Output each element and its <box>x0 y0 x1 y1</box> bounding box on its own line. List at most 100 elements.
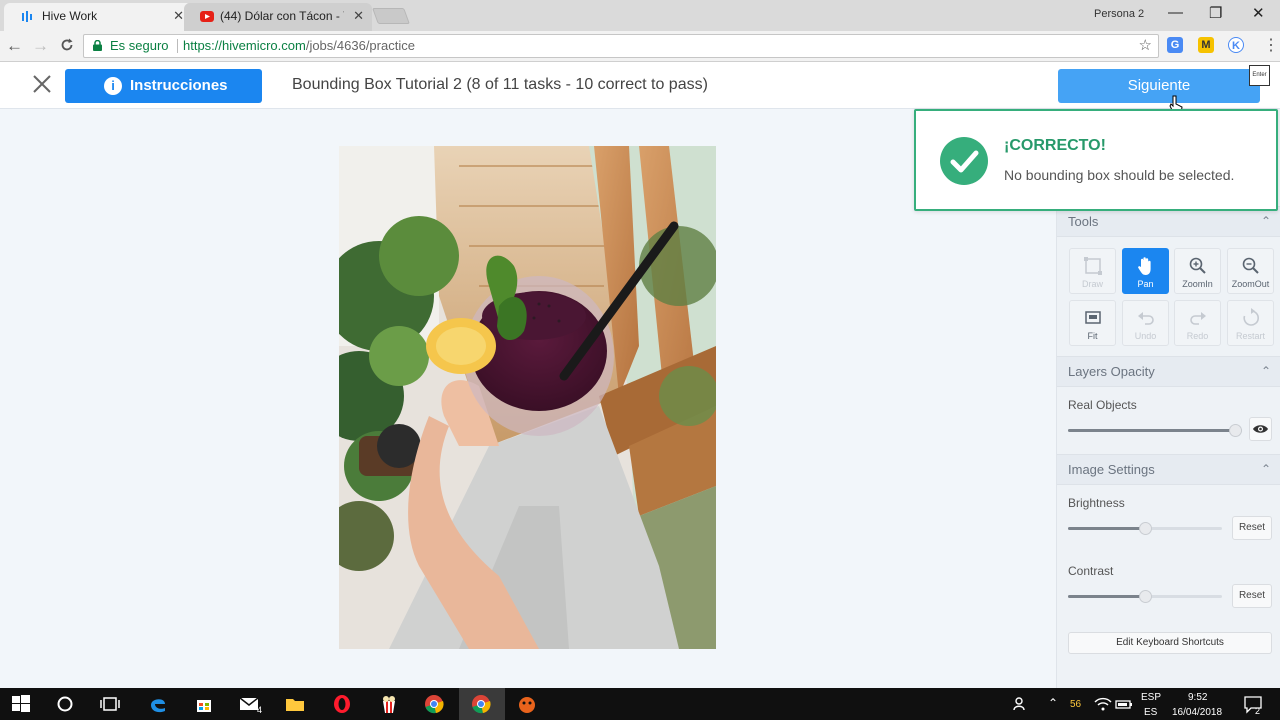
tool-fit[interactable]: Fit <box>1069 300 1116 346</box>
tool-label: Redo <box>1186 331 1209 341</box>
tab-hive-work[interactable]: Hive Work ✕ <box>4 3 192 31</box>
tool-label: Undo <box>1134 331 1157 341</box>
mail-icon[interactable] <box>239 694 259 714</box>
tab-title: Hive Work <box>42 9 98 23</box>
game-app-icon[interactable] <box>517 694 537 714</box>
tool-label: Restart <box>1235 331 1265 341</box>
chevron-up-icon[interactable]: ⌃ <box>1261 357 1271 386</box>
instructions-button[interactable]: i Instrucciones <box>65 69 262 103</box>
tools-title: Tools <box>1068 214 1099 229</box>
layers-title: Layers Opacity <box>1068 364 1155 379</box>
notification-message: No bounding box should be selected. <box>1004 167 1235 183</box>
info-icon: i <box>104 77 122 95</box>
notification-count: 2 <box>1255 706 1261 716</box>
clock-time[interactable]: 9:52 <box>1188 692 1207 703</box>
image-canvas[interactable] <box>0 109 1056 688</box>
slider-thumb[interactable] <box>1139 522 1152 535</box>
tool-pan[interactable]: Pan <box>1122 248 1169 294</box>
contrast-slider[interactable] <box>1068 590 1222 603</box>
url-text: https://hivemicro.com/jobs/4636/practice <box>183 35 415 57</box>
next-button[interactable]: Siguiente <box>1058 69 1260 103</box>
tool-restart[interactable]: Restart <box>1227 300 1274 346</box>
chrome-icon[interactable] <box>471 694 491 714</box>
tool-zoom-in[interactable]: ZoomIn <box>1174 248 1221 294</box>
new-tab-button[interactable] <box>372 8 410 24</box>
brightness-label: Brightness <box>1068 496 1125 510</box>
close-icon[interactable] <box>31 73 53 95</box>
hive-icon <box>22 11 32 22</box>
hand-icon <box>1137 257 1151 275</box>
tab-youtube[interactable]: (44) Dólar con Tácon - Yo ✕ <box>184 3 372 31</box>
undo-icon <box>1137 312 1154 325</box>
url-host: https://hivemicro.com <box>183 38 306 53</box>
layers-section-header[interactable]: Layers Opacity ⌃ <box>1057 356 1280 387</box>
slider-thumb[interactable] <box>1229 424 1242 437</box>
translate-icon[interactable]: G <box>1167 37 1183 53</box>
language-bottom[interactable]: ES <box>1144 707 1157 718</box>
fit-icon <box>1084 311 1101 324</box>
task-view-icon[interactable] <box>100 694 120 714</box>
lock-icon <box>93 40 102 51</box>
brightness-reset-button[interactable]: Reset <box>1232 516 1272 540</box>
contrast-label: Contrast <box>1068 564 1114 578</box>
close-tab-icon[interactable]: ✕ <box>173 3 184 29</box>
minimize-icon[interactable]: — <box>1168 4 1183 21</box>
clock-date[interactable]: 16/04/2018 <box>1172 707 1222 718</box>
youtube-icon <box>200 11 214 22</box>
people-icon[interactable] <box>1011 694 1031 714</box>
divider <box>177 39 178 53</box>
maximize-icon[interactable]: ❐ <box>1209 4 1222 22</box>
chrome-icon[interactable] <box>424 694 444 714</box>
chevron-up-icon[interactable]: ⌃ <box>1261 207 1271 236</box>
url-path: /jobs/4636/practice <box>305 38 415 53</box>
reload-icon[interactable] <box>60 38 74 52</box>
slider-thumb[interactable] <box>1139 590 1152 603</box>
address-bar[interactable]: Es seguro https://hivemicro.com/jobs/463… <box>83 34 1159 58</box>
zoom-in-icon <box>1189 257 1206 274</box>
secure-label: Es seguro <box>110 38 169 53</box>
back-icon[interactable]: ← <box>6 36 23 56</box>
close-tab-icon[interactable]: ✕ <box>353 3 364 29</box>
zoom-out-icon <box>1242 257 1259 274</box>
edge-icon[interactable] <box>148 694 168 714</box>
tool-label: Draw <box>1081 279 1103 289</box>
task-image[interactable] <box>339 146 716 649</box>
wifi-icon[interactable] <box>1093 694 1113 714</box>
real-objects-slider[interactable] <box>1068 424 1242 437</box>
mail-badge: 4 <box>257 705 263 715</box>
tool-redo[interactable]: Redo <box>1174 300 1221 346</box>
slider-fill <box>1068 527 1145 530</box>
battery-icon[interactable] <box>1114 694 1134 714</box>
bookmark-star-icon[interactable]: ☆ <box>1139 35 1152 57</box>
edit-keyboard-shortcuts-button[interactable]: Edit Keyboard Shortcuts <box>1068 632 1272 654</box>
visibility-toggle[interactable] <box>1249 417 1272 441</box>
k-extension-icon[interactable]: K <box>1228 37 1244 53</box>
image-settings-title: Image Settings <box>1068 462 1155 477</box>
windows-taskbar: 4 ⌃ 56 ESP ES 9:52 16/04/2018 2 <box>0 688 1280 720</box>
tool-label: ZoomOut <box>1231 279 1270 289</box>
browser-menu-icon[interactable]: ⋮ <box>1263 35 1279 55</box>
popcorn-app-icon[interactable] <box>379 694 399 714</box>
contrast-reset-button[interactable]: Reset <box>1232 584 1272 608</box>
window-close-icon[interactable]: ✕ <box>1252 4 1265 22</box>
m-extension-icon[interactable]: M <box>1198 37 1214 53</box>
chevron-up-icon[interactable]: ⌃ <box>1261 455 1271 484</box>
image-settings-section-header[interactable]: Image Settings ⌃ <box>1057 454 1280 485</box>
file-explorer-icon[interactable] <box>285 694 305 714</box>
browser-tab-strip: Hive Work ✕ (44) Dólar con Tácon - Yo ✕ … <box>0 0 1280 31</box>
opera-icon[interactable] <box>332 694 352 714</box>
brightness-slider[interactable] <box>1068 522 1222 535</box>
store-icon[interactable] <box>194 694 214 714</box>
next-label: Siguiente <box>1127 77 1191 94</box>
cortana-icon[interactable] <box>55 694 75 714</box>
tool-draw[interactable]: Draw <box>1069 248 1116 294</box>
tool-undo[interactable]: Undo <box>1122 300 1169 346</box>
eye-icon <box>1253 425 1268 433</box>
tool-zoom-out[interactable]: ZoomOut <box>1227 248 1274 294</box>
language-top[interactable]: ESP <box>1141 692 1161 703</box>
windows-start-icon[interactable] <box>11 694 31 714</box>
profile-name[interactable]: Persona 2 <box>1094 8 1144 20</box>
forward-icon[interactable]: → <box>32 36 49 56</box>
show-hidden-icons[interactable]: ⌃ <box>1048 696 1058 710</box>
check-circle-icon <box>940 137 988 185</box>
